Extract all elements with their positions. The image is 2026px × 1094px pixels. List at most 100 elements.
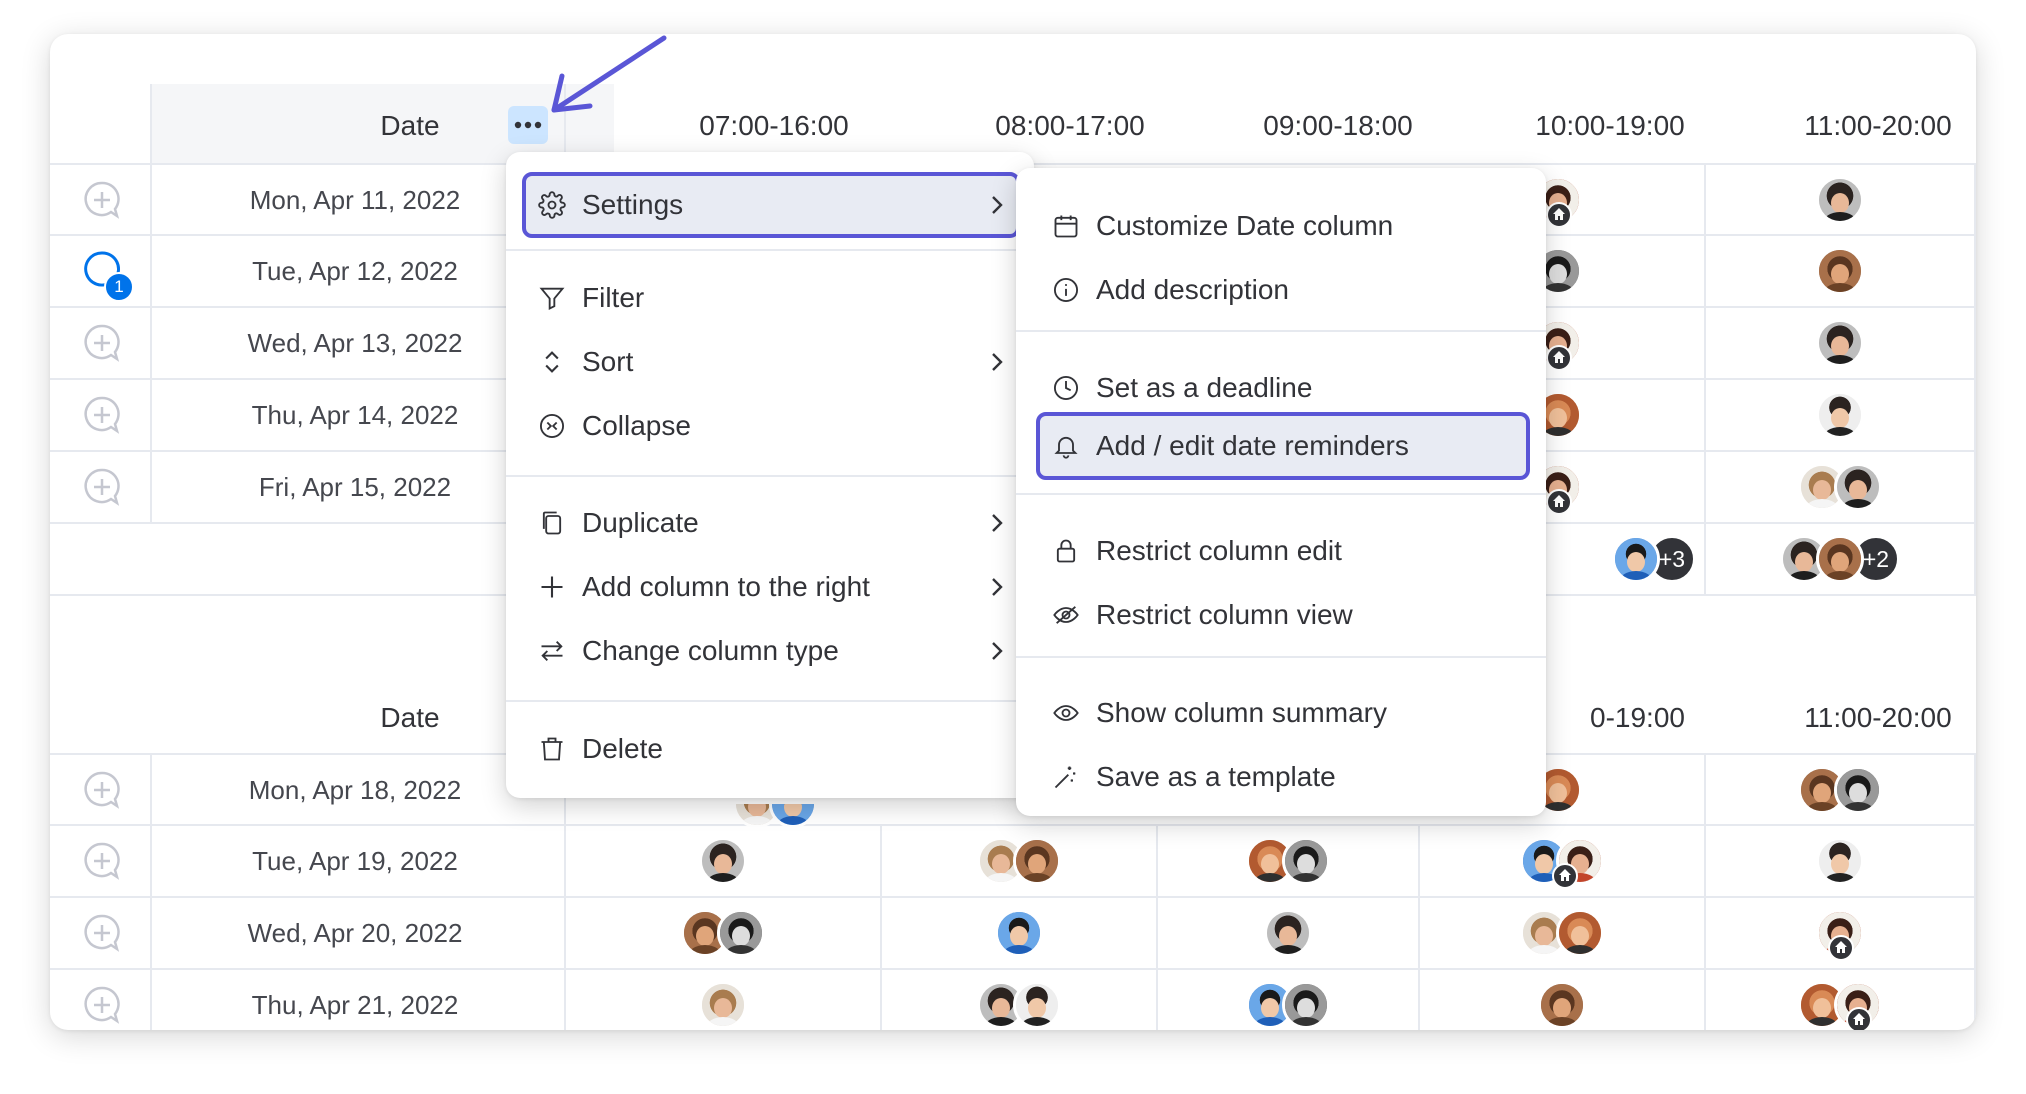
people-cell[interactable]: [1534, 236, 1704, 306]
people-cell[interactable]: [720, 804, 830, 844]
add-update-icon[interactable]: [82, 180, 122, 220]
add-update-icon[interactable]: [82, 395, 122, 435]
submenu-item-label: Show column summary: [1096, 697, 1387, 728]
submenu-item-date-reminders[interactable]: Add / edit date reminders: [1016, 418, 1546, 474]
avatar: [1816, 247, 1864, 295]
menu-item-filter[interactable]: Filter: [506, 270, 1034, 326]
eye-icon: [1053, 705, 1079, 721]
time-header-1000-group2[interactable]: 0-19:00: [1590, 702, 1710, 734]
date-column-header-group2[interactable]: Date: [320, 702, 500, 734]
menu-item-label: Settings: [582, 189, 684, 220]
people-cell[interactable]: [1706, 755, 1974, 824]
submenu-item-label: Restrict column edit: [1096, 535, 1342, 566]
add-update-icon[interactable]: [82, 985, 122, 1025]
people-summary-cell[interactable]: +3: [1612, 524, 1704, 594]
people-cell[interactable]: [1158, 898, 1418, 968]
time-header-1100[interactable]: 11:00-20:00: [1748, 110, 1976, 142]
date-cell[interactable]: Thu, Apr 14, 2022: [150, 400, 560, 431]
menu-item-settings[interactable]: Settings: [506, 177, 1034, 233]
people-cell[interactable]: [882, 898, 1156, 968]
submenu-item-set-deadline[interactable]: Set as a deadline: [1016, 360, 1546, 416]
chevron-right-icon: [992, 196, 1003, 214]
people-cell[interactable]: [882, 970, 1156, 1030]
people-cell[interactable]: [1706, 165, 1974, 234]
date-cell[interactable]: Wed, Apr 20, 2022: [150, 918, 560, 949]
date-cell[interactable]: Mon, Apr 18, 2022: [150, 775, 560, 806]
people-cell[interactable]: [1534, 165, 1704, 234]
people-summary-cell[interactable]: +2: [1706, 524, 1974, 594]
settings-submenu: Customize Date column Add description Se…: [1016, 168, 1546, 816]
menu-item-duplicate[interactable]: Duplicate: [506, 495, 1034, 551]
annotation-arrow-icon: [551, 35, 667, 113]
submenu-item-restrict-edit[interactable]: Restrict column edit: [1016, 523, 1546, 579]
update-count-badge: 1: [104, 272, 134, 302]
people-cell[interactable]: [1534, 755, 1704, 824]
submenu-item-label: Add description: [1096, 274, 1290, 305]
home-status-icon: [1546, 345, 1572, 371]
people-cell[interactable]: [566, 898, 880, 968]
people-cell[interactable]: [1706, 826, 1974, 896]
avatar: [1264, 909, 1312, 957]
add-update-icon[interactable]: [82, 913, 122, 953]
time-header-0800[interactable]: 08:00-17:00: [940, 110, 1200, 142]
avatar: [699, 837, 747, 885]
time-header-1100-group2[interactable]: 11:00-20:00: [1748, 702, 1976, 734]
duplicate-icon: [542, 511, 562, 535]
add-update-icon[interactable]: [82, 323, 122, 363]
time-header-0700[interactable]: 07:00-16:00: [644, 110, 904, 142]
menu-item-change-column-type[interactable]: Change column type: [506, 623, 1034, 679]
people-cell[interactable]: [1534, 380, 1704, 450]
people-cell[interactable]: [1706, 380, 1974, 450]
menu-item-add-column-right[interactable]: Add column to the right: [506, 559, 1034, 615]
date-cell[interactable]: Mon, Apr 11, 2022: [150, 185, 560, 216]
menu-item-delete[interactable]: Delete: [506, 721, 1034, 777]
collapse-icon: [539, 413, 565, 439]
date-cell[interactable]: Fri, Apr 15, 2022: [150, 472, 560, 503]
submenu-item-add-description[interactable]: Add description: [1016, 262, 1546, 318]
people-cell[interactable]: [1706, 452, 1974, 522]
people-cell[interactable]: [1420, 826, 1704, 896]
people-cell[interactable]: [1534, 308, 1704, 378]
people-cell[interactable]: [1534, 452, 1704, 522]
people-cell[interactable]: [1420, 970, 1704, 1030]
avatar: [1556, 909, 1604, 957]
people-cell[interactable]: [1706, 970, 1974, 1030]
avatar: [1013, 981, 1061, 1029]
add-update-icon[interactable]: [82, 467, 122, 507]
avatar: [1282, 981, 1330, 1029]
submenu-item-label: Customize Date column: [1096, 210, 1394, 241]
avatar: [1013, 837, 1061, 885]
add-update-icon[interactable]: [82, 841, 122, 881]
menu-item-collapse[interactable]: Collapse: [506, 398, 1034, 454]
date-column-header[interactable]: Date: [320, 110, 500, 142]
plus-icon: [541, 576, 563, 598]
date-cell[interactable]: Tue, Apr 19, 2022: [150, 846, 560, 877]
avatar: [1816, 391, 1864, 439]
submenu-item-restrict-view[interactable]: Restrict column view: [1016, 587, 1546, 643]
menu-item-sort[interactable]: Sort: [506, 334, 1034, 390]
date-cell[interactable]: Wed, Apr 13, 2022: [150, 328, 560, 359]
people-cell[interactable]: [1420, 898, 1704, 968]
sort-icon: [545, 351, 559, 373]
people-cell[interactable]: [882, 826, 1156, 896]
menu-item-label: Filter: [582, 282, 645, 313]
date-cell[interactable]: Thu, Apr 21, 2022: [150, 990, 560, 1021]
add-update-icon[interactable]: [82, 770, 122, 810]
time-header-1000[interactable]: 10:00-19:00: [1480, 110, 1740, 142]
people-cell[interactable]: [1706, 308, 1974, 378]
submenu-item-show-summary[interactable]: Show column summary: [1016, 685, 1546, 741]
people-cell[interactable]: [1158, 826, 1418, 896]
magic-wand-icon: [1054, 766, 1076, 789]
people-cell[interactable]: [566, 970, 880, 1030]
submenu-item-customize-date[interactable]: Customize Date column: [1016, 198, 1546, 254]
people-cell[interactable]: [1706, 236, 1974, 306]
people-cell[interactable]: [1158, 970, 1418, 1030]
chevron-right-icon: [992, 353, 1003, 371]
submenu-item-save-template[interactable]: Save as a template: [1016, 749, 1546, 805]
date-cell[interactable]: Tue, Apr 12, 2022: [150, 256, 560, 287]
trash-icon: [541, 737, 563, 761]
menu-item-label: Duplicate: [582, 507, 699, 538]
time-header-0900[interactable]: 09:00-18:00: [1208, 110, 1468, 142]
avatar: [1816, 535, 1864, 583]
people-cell[interactable]: [1706, 898, 1974, 968]
